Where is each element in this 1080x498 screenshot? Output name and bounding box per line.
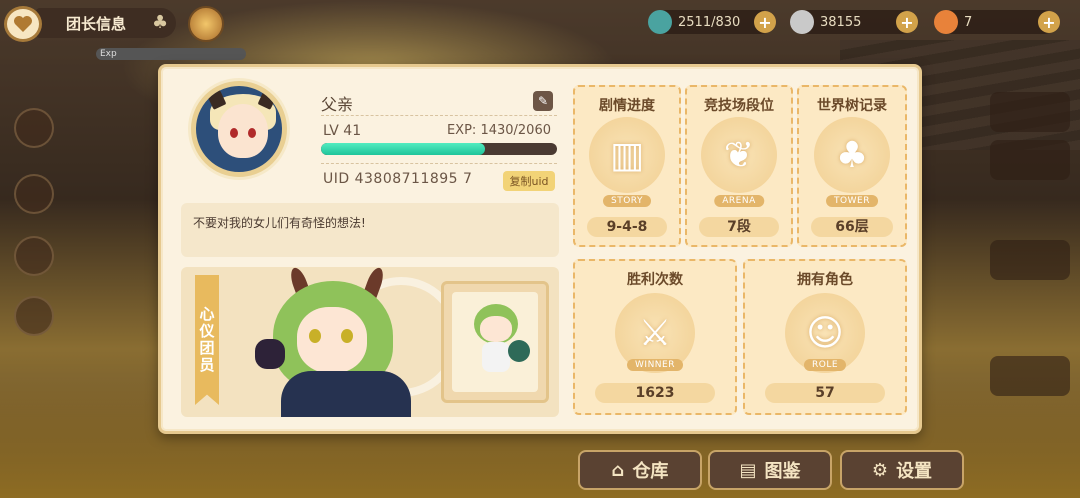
stat-tag-story: STORY	[603, 195, 651, 207]
favorite-member-section[interactable]: 心仪团员	[181, 267, 559, 417]
favorite-chibi-card[interactable]	[441, 281, 549, 403]
player-exp: EXP: 1430/2060	[446, 123, 551, 138]
settings-label: 设置	[896, 461, 933, 482]
stat-value-winner: 1623	[595, 383, 715, 403]
resource-carrot: 7 +	[934, 10, 1060, 34]
avatar-eye-left	[230, 128, 238, 138]
clover-icon: ♣	[152, 12, 169, 33]
avatar-eye-right	[248, 128, 256, 138]
stat-card-story[interactable]: 剧情进度 ▥ STORY 9-4-8	[573, 85, 681, 247]
stat-card-arena[interactable]: 竞技场段位 ❦ ARENA 7段	[685, 85, 793, 247]
character-face	[297, 307, 367, 373]
player-name: 父亲	[321, 95, 354, 114]
resource-stamina: 2511/830 +	[648, 10, 776, 34]
book-icon: ▤	[739, 459, 757, 481]
coin-icon	[790, 10, 814, 34]
stat-tag-winner: WINNER	[627, 359, 683, 371]
stat-tag-tower: TOWER	[826, 195, 878, 207]
signature-box[interactable]: 不要对我的女儿们有奇怪的想法!	[181, 203, 559, 257]
player-level: LV 41	[323, 123, 362, 139]
player-uid: UID 43808711895 7	[323, 171, 473, 187]
avatar[interactable]	[191, 81, 287, 177]
carrot-icon	[934, 10, 958, 34]
favorite-member-ribbon: 心仪团员	[195, 275, 219, 405]
gear-icon: ⚙	[871, 459, 889, 481]
stat-tag-role: ROLE	[803, 359, 847, 371]
warehouse-icon: ⌂	[611, 459, 625, 481]
resource-stamina-value: 2511/830	[678, 14, 741, 30]
character-glove	[255, 339, 285, 369]
stat-title-arena: 竞技场段位	[704, 98, 774, 114]
character-eye-left	[309, 329, 321, 343]
pencil-icon: ✎	[537, 94, 549, 108]
exp-mini-bar: Exp	[96, 48, 246, 60]
back-button[interactable]	[4, 6, 42, 42]
page-title-text: 团长信息	[66, 14, 127, 33]
stat-value-tower: 66层	[811, 217, 893, 237]
chibi-card-inner	[452, 292, 538, 392]
captain-info-panel: 父亲 ✎ LV 41 EXP: 1430/2060 UID 4380871189…	[158, 64, 922, 434]
tree-icon: ♣	[814, 117, 890, 193]
exp-progress-fill	[321, 143, 485, 155]
character-body	[281, 371, 411, 417]
divider	[321, 115, 557, 116]
settings-button[interactable]: ⚙ 设置	[840, 450, 964, 490]
copy-uid-button[interactable]: 复制uid	[503, 171, 555, 191]
stat-value-arena: 7段	[699, 217, 779, 237]
collection-button[interactable]: ▤ 图鉴	[708, 450, 832, 490]
collection-label: 图鉴	[764, 461, 801, 482]
stat-title-winner: 胜利次数	[627, 272, 683, 288]
resource-carrot-value: 7	[964, 14, 973, 30]
exp-progress-bar	[321, 143, 557, 155]
chibi-body	[482, 342, 510, 372]
laurel-emblem-icon: ❦	[701, 117, 777, 193]
divider	[321, 163, 557, 164]
open-book-icon: ▥	[589, 117, 665, 193]
stamina-icon	[648, 10, 672, 34]
back-heart-icon	[14, 16, 32, 32]
stat-value-story: 9-4-8	[587, 217, 667, 237]
warehouse-label: 仓库	[632, 461, 669, 482]
emblem-button[interactable]	[188, 6, 224, 42]
signature-text: 不要对我的女儿们有奇怪的想法!	[193, 216, 366, 230]
exp-mini-label: Exp	[100, 49, 117, 59]
stat-title-story: 剧情进度	[599, 98, 655, 114]
chibi-wing	[508, 340, 530, 362]
warehouse-button[interactable]: ⌂ 仓库	[578, 450, 702, 490]
stat-card-tower[interactable]: 世界树记录 ♣ TOWER 66层	[797, 85, 907, 247]
stat-value-role: 57	[765, 383, 885, 403]
edit-name-button[interactable]: ✎	[533, 91, 553, 111]
add-stamina-button[interactable]: +	[754, 11, 776, 33]
character-eye-right	[341, 329, 353, 343]
stat-card-winner[interactable]: 胜利次数 ⚔ WINNER 1623	[573, 259, 737, 415]
avatar-face	[218, 104, 268, 158]
stat-tag-arena: ARENA	[714, 195, 764, 207]
add-carrot-button[interactable]: +	[1038, 11, 1060, 33]
chibi-face	[480, 316, 512, 342]
stat-card-role[interactable]: 拥有角色 ☺ ROLE 57	[743, 259, 907, 415]
add-gold-button[interactable]: +	[896, 11, 918, 33]
stat-title-tower: 世界树记录	[817, 98, 887, 114]
resource-gold-value: 38155	[820, 14, 862, 30]
avatar-horn-right	[257, 86, 281, 110]
resource-gold: 38155 +	[790, 10, 918, 34]
stat-title-role: 拥有角色	[797, 272, 853, 288]
